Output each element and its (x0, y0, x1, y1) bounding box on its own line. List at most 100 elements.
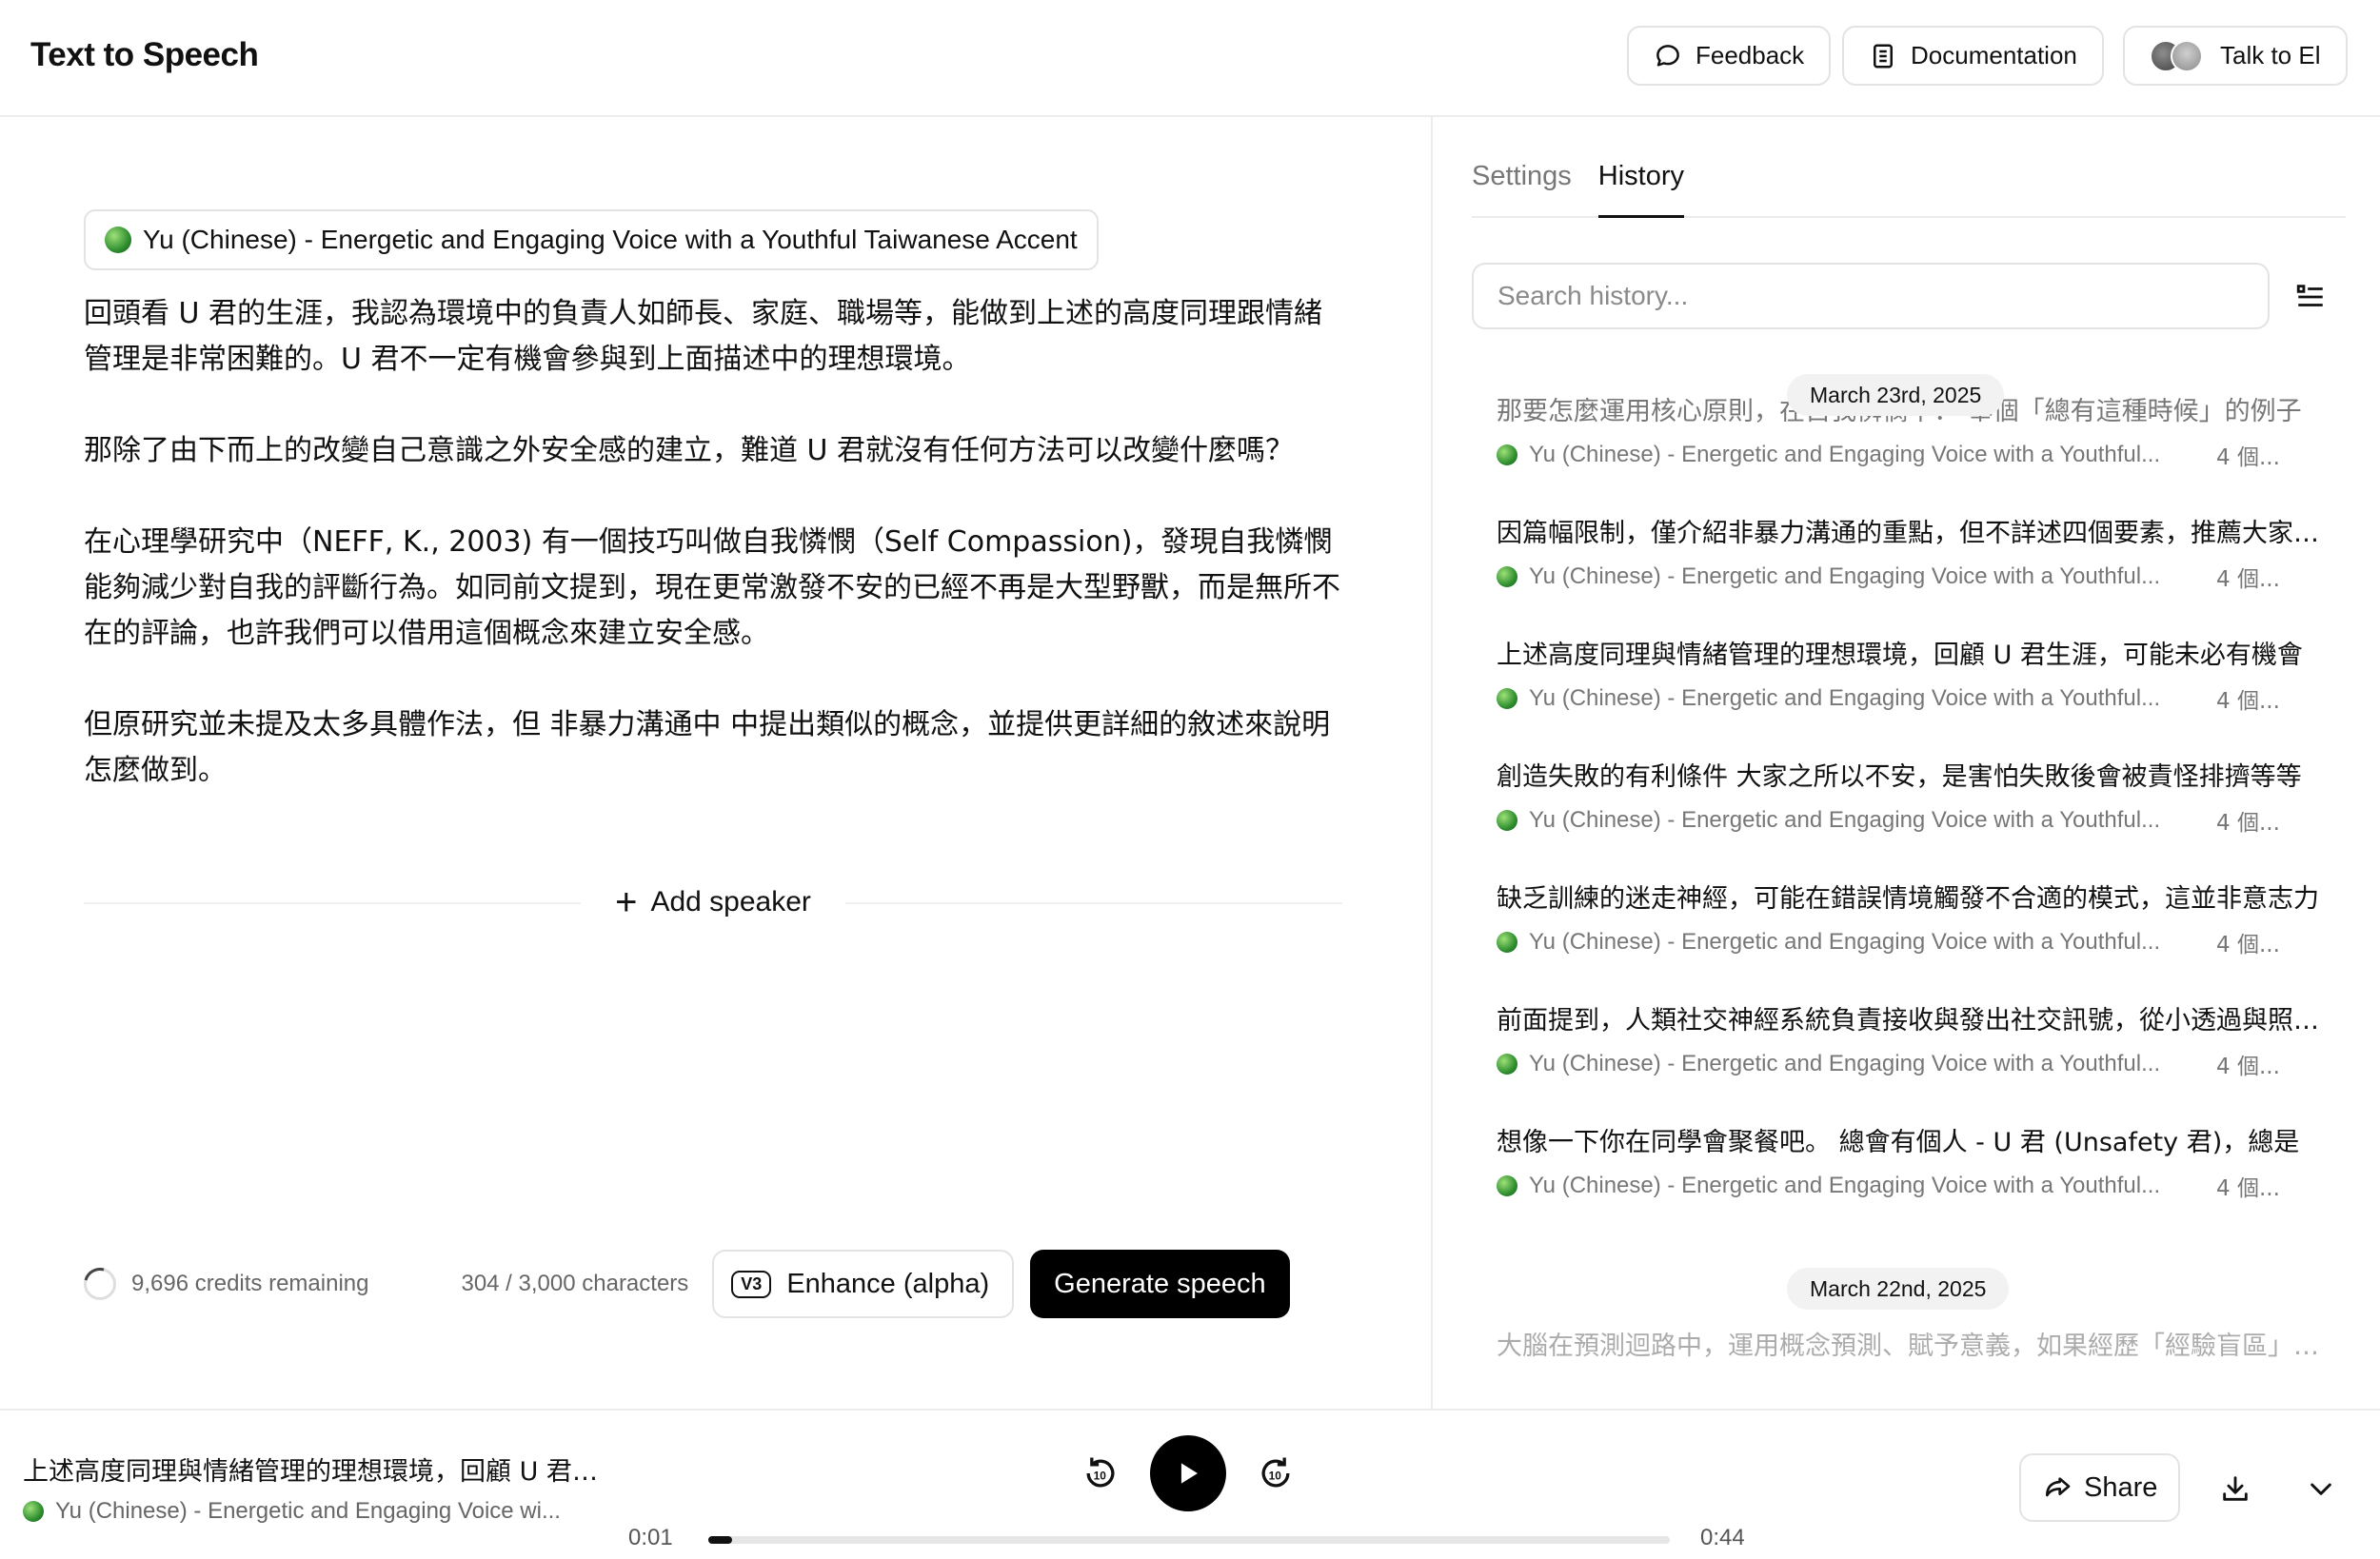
now-playing-title: 上述高度同理與情緒管理的理想環境，回顧 U 君生涯，可能未必有機會 (23, 1457, 604, 1487)
feedback-button[interactable]: Feedback (1627, 26, 1832, 86)
talk-to-el-button[interactable]: Talk to El (2123, 26, 2348, 86)
download-button[interactable] (2207, 1460, 2264, 1517)
editor-paragraph: 在心理學研究中（NEFF, K., 2003) 有一個技巧叫做自我憐憫（Self… (84, 525, 1340, 650)
history-item-meta: Yu (Chinese) - Energetic and Engaging Vo… (1497, 804, 2325, 837)
app-title: Text to Speech (30, 36, 259, 73)
voice-avatar-icon (1497, 1054, 1517, 1075)
rewind-10-button[interactable]: 10 (1076, 1449, 1125, 1498)
history-item-meta: Yu (Chinese) - Energetic and Engaging Vo… (1497, 1048, 2325, 1080)
history-item-text[interactable]: 大腦在預測迴路中，運用概念預測、賦予意義，如果經歷「經驗盲區」的時候 (1497, 1328, 2325, 1366)
voice-avatar-icon (105, 227, 131, 253)
filter-list-icon[interactable] (2294, 281, 2327, 313)
documentation-label: Documentation (1911, 41, 2077, 69)
share-icon (2046, 1477, 2071, 1497)
audio-player: 上述高度同理與情緒管理的理想環境，回顧 U 君生涯，可能未必有機會 Yu (Ch… (0, 1409, 2380, 1559)
history-item-voice: Yu (Chinese) - Energetic and Engaging Vo… (1529, 807, 2161, 833)
character-count: 304 / 3,000 characters (461, 1271, 689, 1296)
history-item[interactable]: 想像一下你在同學會聚餐吧。 總會有個人 - U 君 (Unsafety 君)，總… (1497, 1124, 2325, 1246)
history-item-count: 4 個... (2216, 689, 2280, 714)
now-playing-voice-name: Yu (Chinese) - Energetic and Engaging Vo… (55, 1498, 561, 1524)
history-item[interactable]: 缺乏訓練的迷走神經，可能在錯誤情境觸發不合適的模式，這並非意志力 Yu (Chi… (1497, 880, 2325, 1002)
credits-remaining: 9,696 credits remaining (131, 1271, 369, 1296)
voice-avatar-icon (1497, 444, 1517, 465)
share-label: Share (2084, 1471, 2158, 1503)
editor-paragraph: 但原研究並未提及太多具體作法，但 非暴力溝通中 中提出類似的概念，並提供更詳細的… (84, 708, 1331, 787)
document-icon (1874, 44, 1893, 68)
history-item-text: 上述高度同理與情緒管理的理想環境，回顧 U 君生涯，可能未必有機會 (1497, 641, 2303, 670)
progress-fill (708, 1536, 733, 1544)
history-item-meta: Yu (Chinese) - Energetic and Engaging Vo… (1497, 1170, 2325, 1202)
history-item[interactable]: 創造失敗的有利條件 大家之所以不安，是害怕失敗後會被責怪排擠等等 Yu (Chi… (1497, 759, 2325, 880)
history-item-count: 4 個... (2216, 1055, 2280, 1079)
forward-10-button[interactable]: 10 (1251, 1449, 1300, 1498)
credits-ring-icon (84, 1268, 116, 1300)
history-item-text: 缺乏訓練的迷走神經，可能在錯誤情境觸發不合適的模式，這並非意志力 (1497, 884, 2319, 914)
history-item-text: 創造失敗的有利條件 大家之所以不安，是害怕失敗後會被責怪排擠等等 (1497, 762, 2302, 792)
plus-icon: + (615, 881, 638, 923)
text-editor[interactable]: 回頭看 U 君的生涯，我認為環境中的負責人如師長、家庭、職場等，能做到上述的高度… (84, 291, 1350, 839)
download-icon (2223, 1476, 2248, 1501)
history-panel: Settings History March 23rd, 2025 那要怎麼運用… (1435, 117, 2380, 1409)
voice-avatar-icon (1497, 932, 1517, 953)
history-item-meta: Yu (Chinese) - Energetic and Engaging Vo… (1497, 926, 2325, 958)
svg-text:10: 10 (1094, 1469, 1107, 1482)
voice-name: Yu (Chinese) - Energetic and Engaging Vo… (143, 225, 1078, 254)
history-item-count: 4 個... (2216, 445, 2280, 470)
history-item-count: 4 個... (2216, 1176, 2280, 1201)
agent-avatars (2150, 39, 2203, 72)
history-item-count: 4 個... (2216, 811, 2280, 836)
expand-player-button[interactable] (2292, 1460, 2350, 1517)
voice-selector[interactable]: Yu (Chinese) - Energetic and Engaging Vo… (84, 209, 1099, 270)
history-item-count: 4 個... (2216, 933, 2280, 957)
history-item-meta: Yu (Chinese) - Energetic and Engaging Vo… (1497, 561, 2325, 593)
history-item[interactable]: 因篇幅限制，僅介紹非暴力溝通的重點，但不詳述四個要素，推薦大家閱讀 Yu (Ch… (1497, 515, 2325, 637)
date-group-label: March 22nd, 2025 (1787, 1268, 2010, 1310)
history-item[interactable]: 上述高度同理與情緒管理的理想環境，回顧 U 君生涯，可能未必有機會 Yu (Ch… (1497, 637, 2325, 759)
history-item-voice: Yu (Chinese) - Energetic and Engaging Vo… (1529, 563, 2161, 589)
forward-10-icon: 10 (1261, 1457, 1290, 1488)
play-icon (1180, 1463, 1198, 1484)
search-history-input[interactable] (1472, 263, 2270, 329)
history-item-voice: Yu (Chinese) - Energetic and Engaging Vo… (1529, 1051, 2161, 1076)
tab-settings[interactable]: Settings (1472, 146, 1572, 218)
history-item-text: 因篇幅限制，僅介紹非暴力溝通的重點，但不詳述四個要素，推薦大家閱讀 (1497, 519, 2325, 548)
history-item-meta: Yu (Chinese) - Energetic and Engaging Vo… (1497, 439, 2325, 471)
history-list: 那要怎麼運用核心原則，在自我憐憫中： 舉個「總有這種時候」的例子 Yu (Chi… (1497, 393, 2325, 1246)
sidebar-tabs: Settings History (1472, 146, 2346, 218)
play-button[interactable] (1150, 1435, 1226, 1511)
editor-panel: Yu (Chinese) - Energetic and Engaging Vo… (0, 117, 1433, 1409)
chat-bubble-icon (1656, 44, 1679, 67)
generate-speech-button[interactable]: Generate speech (1030, 1250, 1290, 1318)
history-item-voice: Yu (Chinese) - Energetic and Engaging Vo… (1529, 442, 2161, 467)
add-speaker-button[interactable]: + Add speaker (581, 881, 845, 923)
date-group-label: March 23rd, 2025 (1787, 374, 2005, 416)
chevron-down-icon (2311, 1483, 2331, 1495)
enhance-label: Enhance (alpha) (786, 1268, 990, 1299)
generate-bar: 9,696 credits remaining 304 / 3,000 char… (84, 1250, 1342, 1318)
editor-paragraph: 那除了由下而上的改變自己意識之外安全感的建立，難道 U 君就沒有任何方法可以改變… (84, 434, 1295, 467)
history-item-text: 前面提到，人類社交神經系統負責接收與發出社交訊號，從小透過與照顧者 (1497, 1006, 2325, 1036)
voice-avatar-icon (1497, 688, 1517, 709)
current-time: 0:01 (628, 1525, 673, 1550)
svg-text:10: 10 (1269, 1469, 1282, 1482)
documentation-button[interactable]: Documentation (1842, 26, 2104, 86)
voice-avatar-icon (23, 1501, 44, 1522)
top-header: Text to Speech Feedback Documentation Ta… (0, 0, 2380, 117)
progress-bar[interactable] (708, 1536, 1670, 1544)
history-item-text: 想像一下你在同學會聚餐吧。 總會有個人 - U 君 (Unsafety 君)，總… (1497, 1128, 2300, 1157)
history-item[interactable]: 前面提到，人類社交神經系統負責接收與發出社交訊號，從小透過與照顧者 Yu (Ch… (1497, 1002, 2325, 1124)
add-speaker-label: Add speaker (650, 886, 811, 918)
history-item-voice: Yu (Chinese) - Energetic and Engaging Vo… (1529, 685, 2161, 711)
tab-history[interactable]: History (1597, 146, 1685, 218)
enhance-button[interactable]: V3 Enhance (alpha) (712, 1250, 1015, 1318)
share-button[interactable]: Share (2019, 1453, 2181, 1522)
talk-to-el-label: Talk to El (2220, 41, 2321, 69)
voice-avatar-icon (1497, 566, 1517, 587)
v3-badge: V3 (731, 1270, 772, 1298)
add-speaker-row: + Add speaker (84, 878, 1342, 926)
history-item-voice: Yu (Chinese) - Energetic and Engaging Vo… (1529, 1173, 2161, 1198)
editor-paragraph: 回頭看 U 君的生涯，我認為環境中的負責人如師長、家庭、職場等，能做到上述的高度… (84, 297, 1323, 376)
voice-avatar-icon (1497, 1175, 1517, 1196)
rewind-10-icon: 10 (1086, 1457, 1115, 1488)
history-item-count: 4 個... (2216, 567, 2280, 592)
